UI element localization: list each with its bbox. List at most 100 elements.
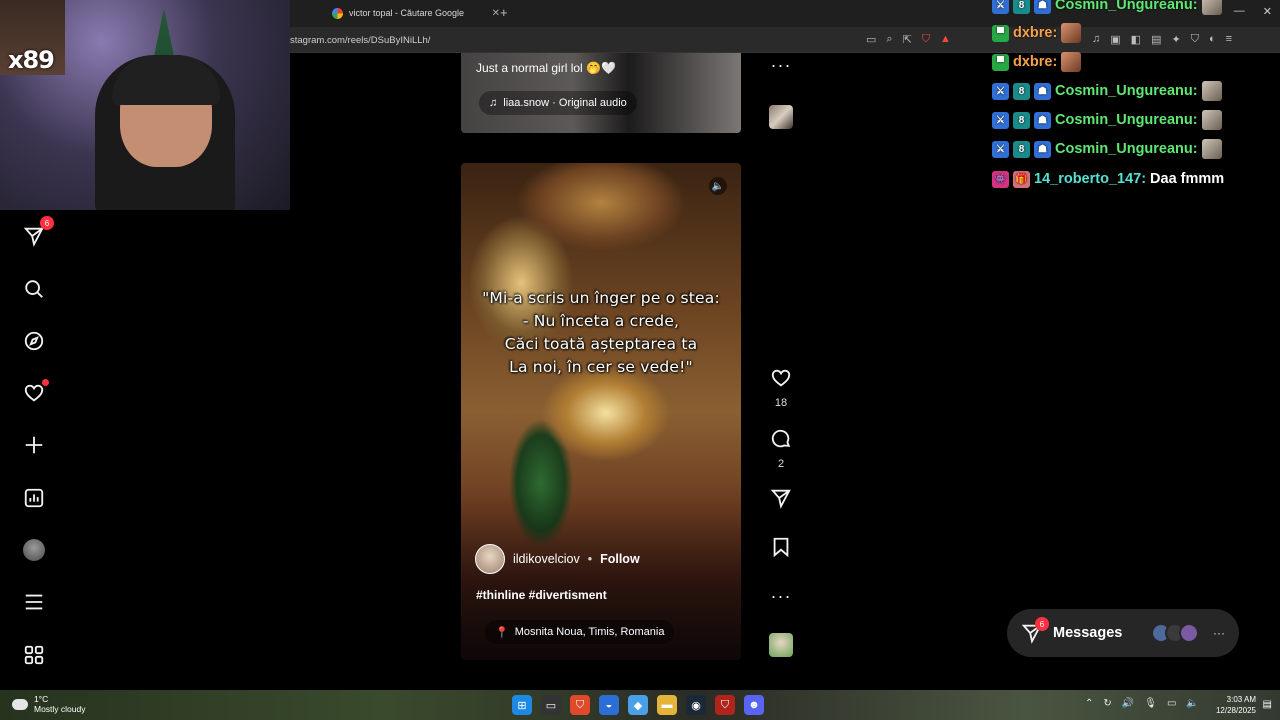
- messages-label: Messages: [1053, 625, 1123, 641]
- tray-chevron-icon[interactable]: ⌃: [1085, 698, 1093, 709]
- sync-icon[interactable]: ↻: [1103, 698, 1111, 709]
- menu-icon: [25, 594, 43, 610]
- audio-thumbnail[interactable]: [766, 105, 796, 129]
- profile-icon[interactable]: ◐: [1209, 33, 1216, 46]
- chart-icon: [24, 488, 44, 508]
- microphone-icon[interactable]: 🎙: [1144, 698, 1157, 709]
- rank-badge-icon: 8: [1013, 140, 1030, 158]
- save-button[interactable]: [766, 536, 796, 563]
- cast-icon[interactable]: ▭: [866, 33, 876, 46]
- new-tab-button[interactable]: +: [500, 5, 508, 20]
- chat-username: Cosmin_Ungureanu:: [1055, 112, 1198, 128]
- bookmark-icon: [773, 537, 789, 558]
- chat-username: 14_roberto_147:: [1034, 171, 1147, 187]
- like-button[interactable]: 18: [766, 367, 796, 409]
- previous-reel[interactable]: Just a normal girl lol 🤭🤍 ♫ liaa.snow · …: [461, 53, 741, 133]
- temperature: 1°C: [34, 694, 49, 704]
- sidebar-toggle-icon[interactable]: ◧: [1131, 33, 1141, 46]
- follow-button[interactable]: Follow: [600, 552, 640, 566]
- brave-shield-icon[interactable]: ⛉: [922, 33, 930, 46]
- send-icon: [770, 489, 791, 509]
- author-username[interactable]: ildikovelciov: [513, 552, 580, 566]
- location-pill[interactable]: 📍 Mosnita Noua, Timis, Romania: [485, 620, 675, 644]
- network-icon[interactable]: ▭: [1167, 698, 1176, 709]
- notifications-icon[interactable]: ▤: [1263, 699, 1272, 710]
- speaker-icon[interactable]: 🔈: [1186, 698, 1198, 709]
- chat-username: dxbre:: [1013, 54, 1058, 70]
- nav-search[interactable]: [20, 275, 48, 303]
- heart-icon: [771, 369, 791, 387]
- nav-direct[interactable]: 6: [20, 216, 54, 250]
- extension-icon[interactable]: ✦: [1171, 33, 1180, 46]
- reel-hashtags[interactable]: #thinline #divertisment: [476, 588, 607, 602]
- compass-icon: [24, 331, 44, 351]
- nav-dashboard[interactable]: [20, 484, 48, 512]
- audio-pill[interactable]: ♫ liaa.snow · Original audio: [479, 91, 637, 115]
- rank-badge-icon: 8: [1013, 82, 1030, 100]
- weather-text: 1°C Mostly cloudy: [34, 694, 86, 714]
- mute-icon[interactable]: 🔈: [709, 177, 727, 195]
- reel-video[interactable]: 🔈 "Mi-a scris un înger pe o stea: - Nu î…: [461, 163, 741, 660]
- music-note-icon: ♫: [489, 97, 498, 109]
- wallet-icon[interactable]: ▤: [1151, 33, 1161, 46]
- nav-more[interactable]: [20, 588, 48, 616]
- avatar-icon: [23, 539, 45, 561]
- nav-explore[interactable]: [20, 327, 48, 355]
- reel-more-button[interactable]: ···: [766, 586, 796, 607]
- steam-icon[interactable]: ◉: [686, 695, 706, 715]
- volume-icon[interactable]: 🔊: [1122, 698, 1134, 709]
- chat-username: dxbre:: [1013, 25, 1058, 41]
- tab-search-icon[interactable]: ▣: [1110, 33, 1120, 46]
- share-button[interactable]: [766, 487, 796, 514]
- more-options-button[interactable]: ···: [766, 56, 796, 76]
- nav-create[interactable]: [20, 431, 48, 459]
- share-icon[interactable]: ⇱: [903, 33, 912, 46]
- nav-profile[interactable]: [20, 536, 48, 564]
- reel-author: ildikovelciov • Follow: [475, 544, 640, 574]
- browser-menu-icon[interactable]: ≡: [1226, 33, 1232, 46]
- audio-thumbnail-image: [769, 105, 793, 129]
- brave-browser-icon[interactable]: ⛉: [570, 695, 590, 715]
- emote-image: [1201, 0, 1222, 15]
- nav-apps[interactable]: [20, 641, 48, 669]
- webcam-overlay: x89: [0, 0, 290, 210]
- windows-taskbar: 1°C Mostly cloudy ⊞ ▭ ⛉ ◒ ◆ ▬ ◉ ⛉ ☻ ⌃ ↻ …: [0, 690, 1280, 720]
- music-icon[interactable]: ♫: [1092, 33, 1100, 46]
- minimize-button[interactable]: —: [1234, 5, 1245, 18]
- gift-badge-icon: 🎁: [1013, 170, 1030, 188]
- recent-chats: [1151, 623, 1199, 643]
- browser-tab[interactable]: victor topal - Căutare Google ✕: [332, 2, 500, 24]
- chat-message: ⚔ 8 ☗ Cosmin_Ungureanu:: [992, 109, 1222, 131]
- chat-message: 👾 🎁 14_roberto_147: Daa fmmm: [992, 168, 1224, 190]
- chat-username: Cosmin_Ungureanu:: [1055, 83, 1198, 99]
- location-label: Mosnita Noua, Timis, Romania: [514, 626, 665, 638]
- emote-image: [1201, 139, 1222, 159]
- nav-notifications[interactable]: [20, 379, 49, 407]
- windows-start-icon[interactable]: ⊞: [512, 695, 532, 715]
- url-field[interactable]: stagram.com/reels/DSuByINiLLh/: [290, 35, 430, 46]
- reel-audio-thumbnail[interactable]: [766, 633, 796, 657]
- sword-badge-icon: ⚔: [992, 140, 1009, 158]
- edge-browser-icon[interactable]: ◒: [599, 695, 619, 715]
- file-explorer-icon[interactable]: ▬: [657, 695, 677, 715]
- discord-icon[interactable]: ☻: [744, 695, 764, 715]
- author-avatar[interactable]: [475, 544, 505, 574]
- weather-widget[interactable]: 1°C Mostly cloudy: [12, 694, 86, 714]
- time: 3:03 AM: [1226, 695, 1256, 704]
- clock[interactable]: 3:03 AM 12/28/2025: [1216, 694, 1256, 716]
- close-tab-icon[interactable]: ✕: [492, 8, 500, 19]
- comment-button[interactable]: 2: [766, 428, 796, 470]
- zoom-icon[interactable]: ⌕: [886, 33, 892, 46]
- close-window-button[interactable]: ✕: [1263, 5, 1272, 18]
- more-dots-icon: ···: [770, 586, 792, 606]
- app-icon[interactable]: ◆: [628, 695, 648, 715]
- sword-badge-icon: ⚔: [992, 0, 1009, 14]
- shield-app-icon[interactable]: ⛉: [715, 695, 735, 715]
- emote-image: [1061, 52, 1082, 72]
- chat-message: ▀ dxbre:: [992, 51, 1082, 73]
- rewards-icon[interactable]: ▲: [940, 33, 951, 46]
- task-view-icon[interactable]: ▭: [541, 695, 561, 715]
- vpn-icon[interactable]: ⛉: [1191, 33, 1199, 46]
- separator: •: [587, 552, 593, 566]
- chat-text: Daa fmmm: [1150, 171, 1225, 187]
